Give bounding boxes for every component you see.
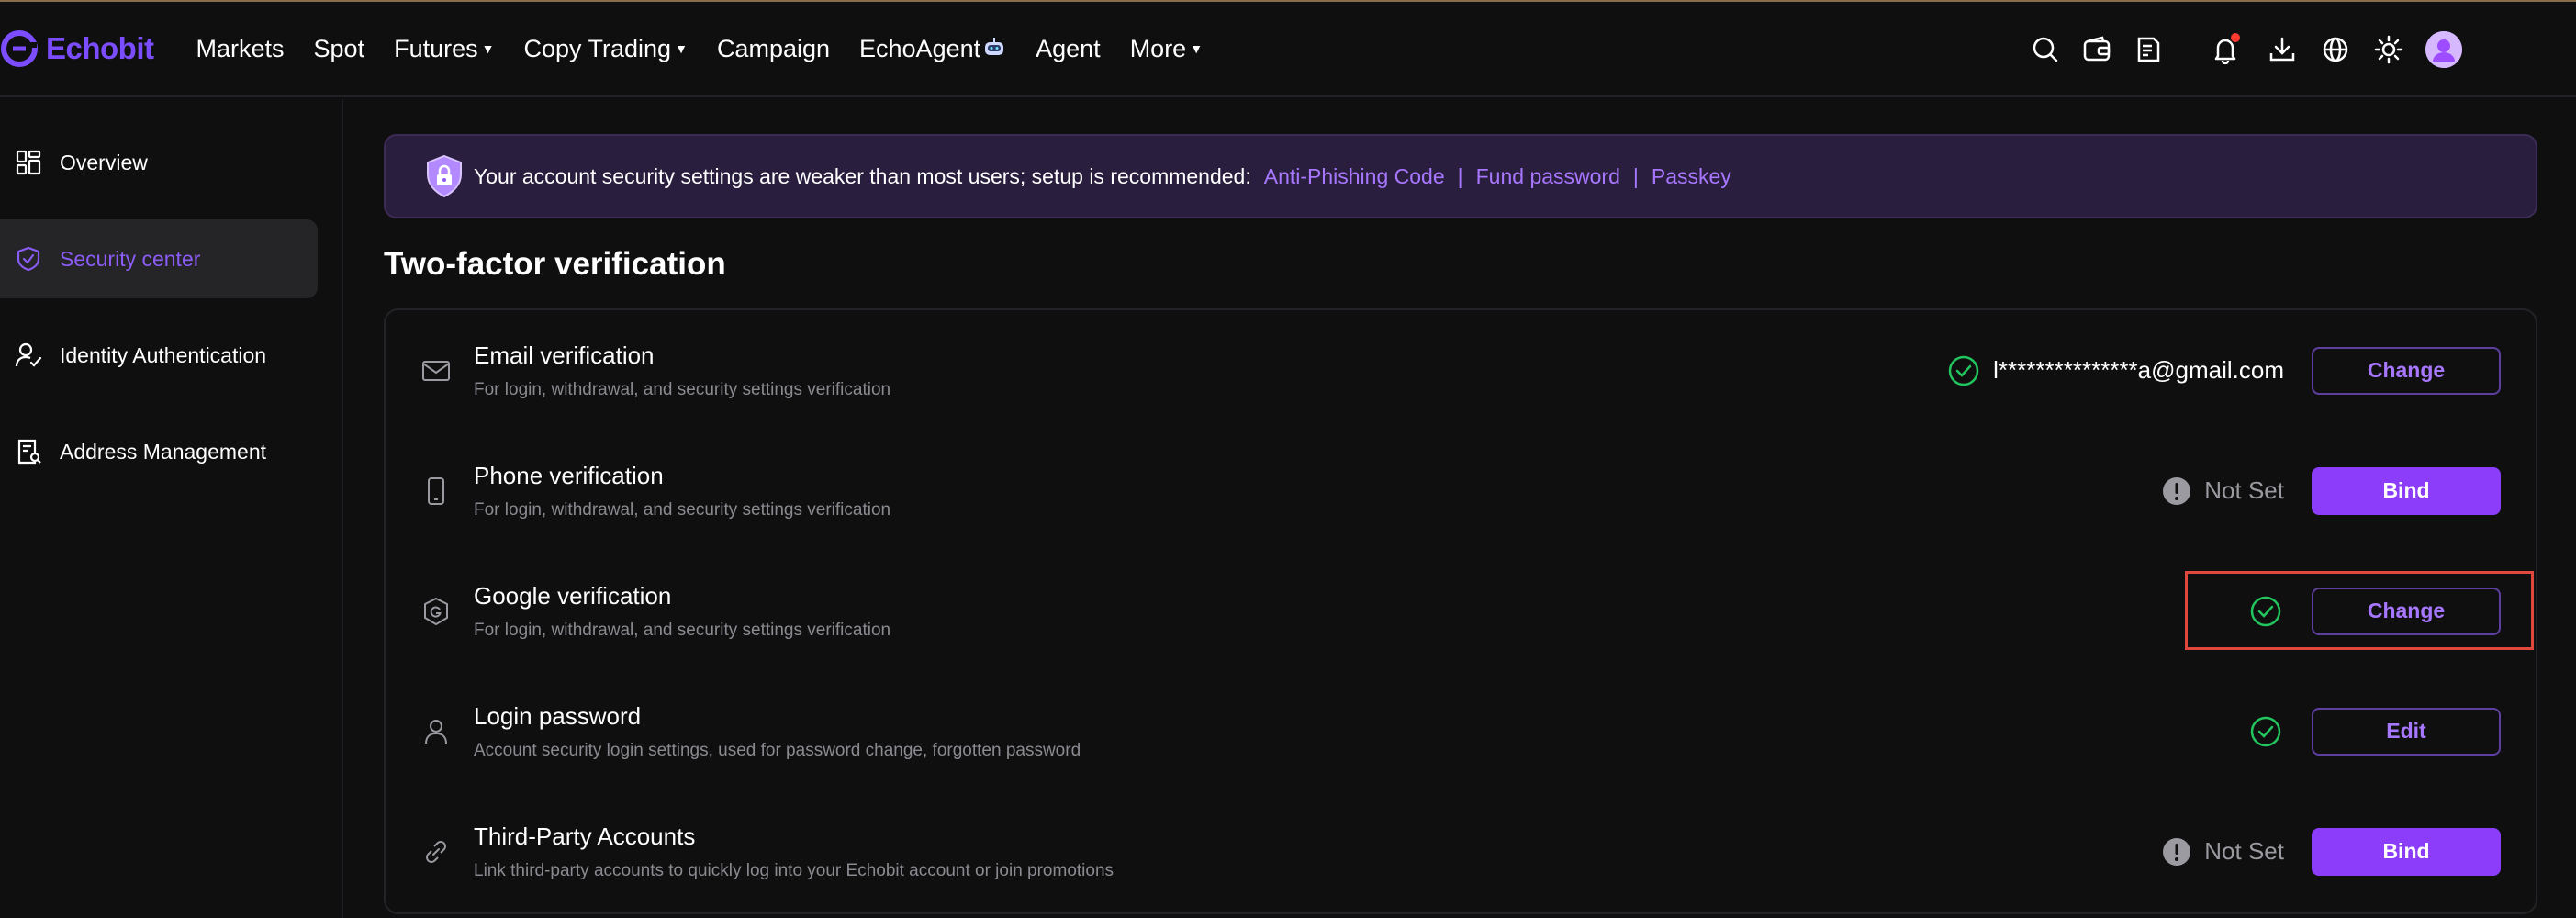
user-check-icon (14, 341, 43, 370)
row-title: Email verification (474, 341, 655, 369)
nav-campaign[interactable]: Campaign (717, 35, 830, 63)
row-description: For login, withdrawal, and security sett… (474, 380, 891, 399)
row-title: Google verification (474, 582, 672, 610)
shield-lock-icon (427, 154, 462, 198)
check-circle-icon (1948, 355, 1979, 386)
top-header: Echobit Markets Spot Futures ▼ Copy Tradi… (0, 2, 2576, 97)
row-actions: l***************a@gmail.com Change (1947, 346, 2501, 395)
two-factor-card: Email verification For login, withdrawal… (384, 308, 2537, 914)
section-title: Two-factor verification (384, 246, 726, 282)
link-passkey[interactable]: Passkey (1652, 164, 1731, 189)
nav-label: Copy Trading (523, 34, 672, 62)
row-description: Account security login settings, used fo… (474, 741, 1081, 760)
check-circle-icon (2250, 596, 2281, 626)
nav-label: Agent (1036, 34, 1101, 62)
warning-circle-icon (2163, 837, 2191, 866)
notification-dot (2231, 33, 2240, 42)
check-circle-icon (2250, 716, 2281, 746)
caret-down-icon: ▼ (675, 41, 688, 56)
caret-down-icon: ▼ (481, 41, 495, 56)
caret-down-icon: ▼ (1190, 41, 1204, 56)
brand-logo[interactable]: Echobit (0, 29, 154, 68)
mail-icon (420, 355, 452, 386)
row-actions: Change (2249, 587, 2501, 635)
link-anti-phishing-code[interactable]: Anti-Phishing Code (1264, 164, 1445, 189)
banner-separator: | (1632, 163, 1639, 188)
globe-icon[interactable] (2319, 33, 2352, 66)
nav-label: Markets (196, 34, 285, 62)
security-warning-banner: Your account security settings are weake… (384, 134, 2537, 218)
row-email-verification: Email verification For login, withdrawal… (386, 310, 2536, 431)
banner-message: Your account security settings are weake… (474, 163, 1251, 188)
wallet-icon[interactable] (2080, 33, 2113, 66)
sidebar-item-identity-authentication[interactable]: Identity Authentication (0, 316, 318, 395)
nav-label: Campaign (716, 34, 831, 62)
nav-spot[interactable]: Spot (314, 35, 365, 63)
echobit-logo-icon (1, 30, 38, 67)
shield-check-icon (14, 244, 43, 274)
row-title: Phone verification (474, 462, 664, 489)
sidebar-item-security-center[interactable]: Security center (0, 219, 318, 298)
row-actions: Edit (2249, 707, 2501, 756)
email-value: l***************a@gmail.com (1993, 356, 2284, 384)
nav-futures[interactable]: Futures ▼ (394, 35, 494, 63)
phone-bind-button[interactable]: Bind (2312, 466, 2501, 515)
banner-separator: | (1457, 163, 1463, 188)
password-edit-button[interactable]: Edit (2312, 707, 2501, 756)
sidebar: Overview Security center Identity Authen… (0, 99, 343, 918)
orders-icon[interactable] (2132, 33, 2165, 66)
nav-echoagent[interactable]: EchoAgent (859, 35, 1006, 63)
nav-markets[interactable]: Markets (196, 35, 285, 63)
status-not-set: Not Set (2204, 476, 2284, 504)
robot-icon (985, 38, 1004, 55)
bell-icon[interactable] (2209, 33, 2242, 66)
email-change-button[interactable]: Change (2312, 346, 2501, 395)
row-description: For login, withdrawal, and security sett… (474, 621, 891, 640)
row-third-party-accounts: Third-Party Accounts Link third-party ac… (386, 791, 2536, 912)
row-title: Third-Party Accounts (474, 823, 696, 850)
brand-name: Echobit (46, 31, 154, 65)
google-shield-icon (420, 596, 452, 627)
row-description: Link third-party accounts to quickly log… (474, 861, 1114, 880)
sidebar-item-label: Address Management (60, 439, 267, 464)
row-login-password: Login password Account security login se… (386, 671, 2536, 791)
link-fund-password[interactable]: Fund password (1476, 164, 1620, 189)
row-actions: Not Set Bind (2162, 827, 2501, 876)
user-avatar-icon (2425, 31, 2462, 68)
third-party-bind-button[interactable]: Bind (2312, 827, 2501, 876)
grid-icon (14, 148, 43, 177)
download-icon[interactable] (2266, 33, 2299, 66)
avatar[interactable] (2425, 31, 2462, 68)
nav-label: Futures (394, 34, 478, 62)
sidebar-item-address-management[interactable]: Address Management (0, 412, 318, 491)
sun-icon[interactable] (2372, 33, 2405, 66)
sidebar-item-label: Identity Authentication (60, 342, 267, 367)
sidebar-item-label: Security center (60, 246, 201, 271)
row-phone-verification: Phone verification For login, withdrawal… (386, 431, 2536, 551)
nav-more[interactable]: More ▼ (1130, 35, 1203, 63)
link-icon (420, 836, 452, 868)
sidebar-item-overview[interactable]: Overview (0, 123, 318, 202)
status-not-set: Not Set (2204, 837, 2284, 865)
main-nav: Markets Spot Futures ▼ Copy Trading ▼ Camp… (196, 35, 1233, 63)
search-icon[interactable] (2029, 33, 2062, 66)
row-google-verification: Google verification For login, withdrawa… (386, 551, 2536, 671)
sidebar-item-label: Overview (60, 150, 148, 174)
row-title: Login password (474, 702, 642, 730)
nav-copy-trading[interactable]: Copy Trading ▼ (523, 35, 687, 63)
nav-agent[interactable]: Agent (1036, 35, 1101, 63)
row-actions: Not Set Bind (2162, 466, 2501, 515)
phone-icon (420, 476, 452, 507)
nav-label: More (1129, 34, 1187, 62)
warning-circle-icon (2163, 476, 2191, 505)
address-book-icon (14, 437, 43, 466)
row-description: For login, withdrawal, and security sett… (474, 500, 891, 520)
user-icon (420, 716, 452, 747)
google-change-button[interactable]: Change (2312, 587, 2501, 635)
nav-label: EchoAgent (859, 34, 981, 62)
nav-label: Spot (313, 34, 365, 62)
